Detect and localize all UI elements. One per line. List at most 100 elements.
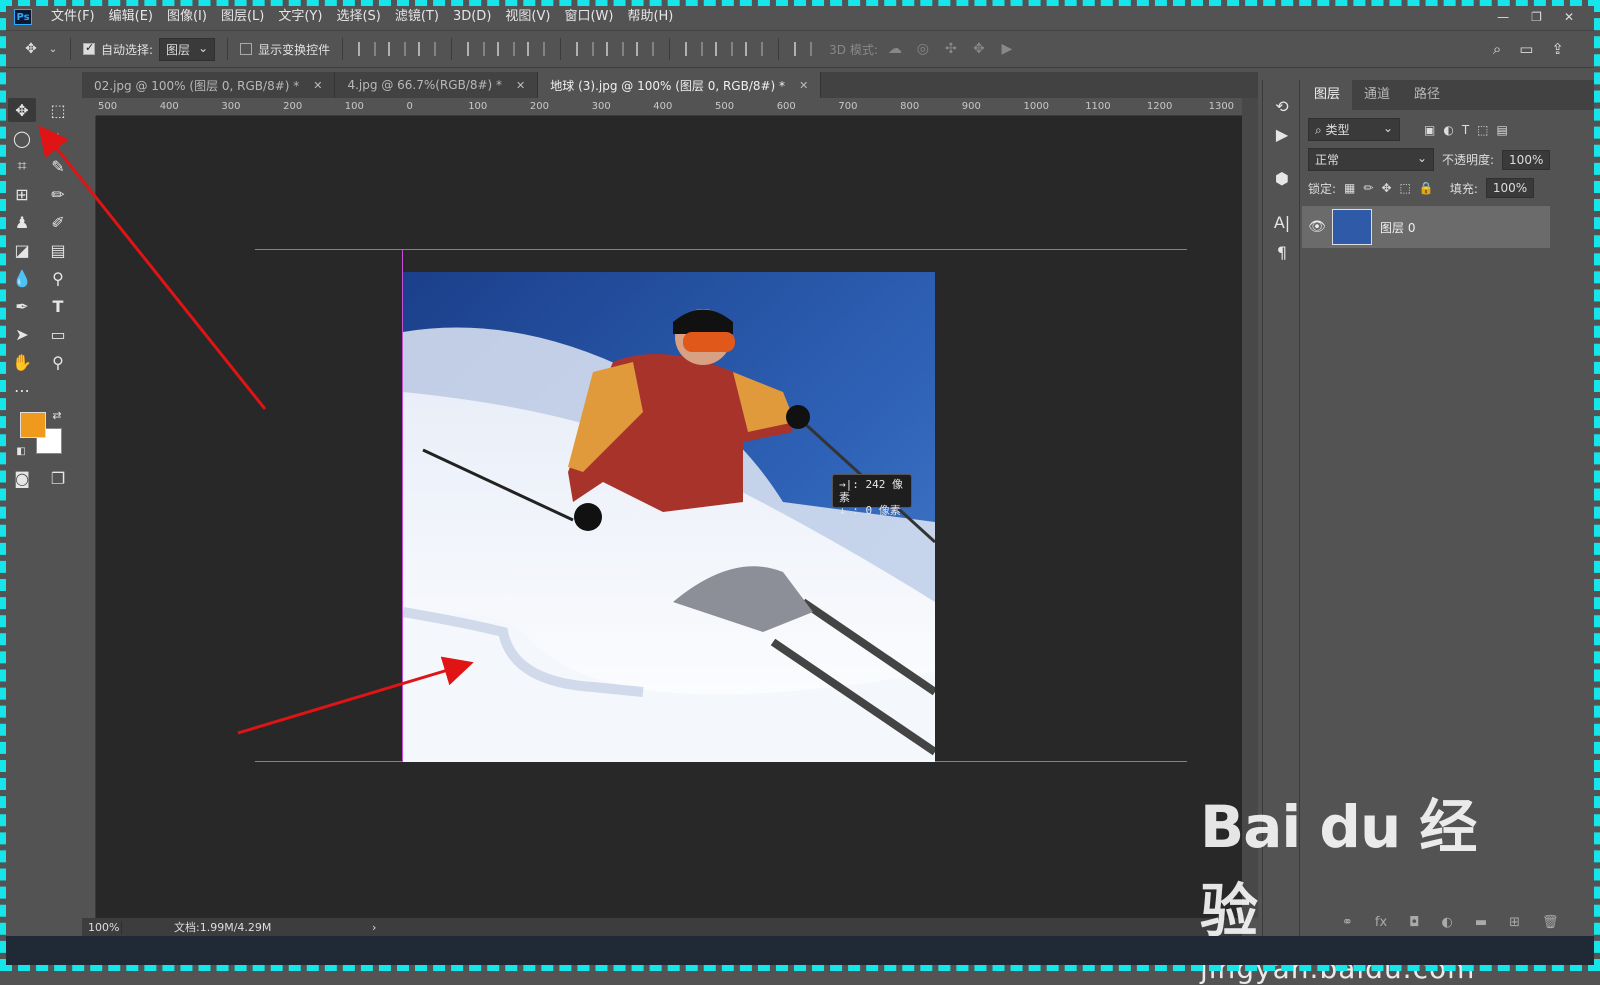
blur-tool-icon[interactable]: 💧 xyxy=(8,266,36,290)
eraser-tool-icon[interactable]: ◪ xyxy=(8,238,36,262)
character-icon[interactable]: A| xyxy=(1269,210,1295,234)
visibility-eye-icon[interactable]: 👁 xyxy=(1302,219,1332,235)
tab-channels[interactable]: 通道 xyxy=(1352,80,1402,110)
healing-brush-tool-icon[interactable]: ⊞ xyxy=(8,182,36,206)
crop-tool-icon[interactable]: ⌗ xyxy=(8,154,36,178)
history-icon[interactable]: ⟲ xyxy=(1269,94,1295,118)
tab-earth-jpg[interactable]: 地球 (3).jpg @ 100% (图层 0, RGB/8#) * ✕ xyxy=(538,72,822,98)
align-top-icon[interactable] xyxy=(358,42,377,56)
3d-roll-icon[interactable]: ◎ xyxy=(912,41,934,57)
close-icon[interactable]: ✕ xyxy=(313,79,322,92)
path-selection-tool-icon[interactable]: ➤ xyxy=(8,322,36,346)
close-icon[interactable]: ✕ xyxy=(516,79,525,92)
screen-mode-icon[interactable]: ❐ xyxy=(44,466,72,490)
close-icon[interactable]: ✕ xyxy=(799,79,808,92)
brush-tool-icon[interactable]: ✏ xyxy=(44,182,72,206)
foreground-color-swatch[interactable] xyxy=(20,412,46,438)
pen-tool-icon[interactable]: ✒ xyxy=(8,294,36,318)
hand-tool-icon[interactable]: ✋ xyxy=(8,350,36,374)
tab-02-jpg[interactable]: 02.jpg @ 100% (图层 0, RGB/8#) * ✕ xyxy=(82,72,336,98)
auto-align-icon[interactable] xyxy=(794,42,813,56)
quick-mask-icon[interactable]: ◙ xyxy=(8,466,36,490)
marquee-tool-icon[interactable]: ⬚ xyxy=(44,98,72,122)
distribute-hcenter-icon[interactable] xyxy=(715,42,734,56)
lasso-tool-icon[interactable]: ◯ xyxy=(8,126,36,150)
restore-icon[interactable]: ❐ xyxy=(1531,10,1542,24)
move-tool-preset-icon[interactable]: ✥ xyxy=(20,41,42,57)
3d-slide-icon[interactable]: ✥ xyxy=(968,41,990,57)
layer-row[interactable]: 👁 图层 0 xyxy=(1302,206,1550,248)
filter-pixel-icon[interactable]: ▣ xyxy=(1424,123,1435,137)
menu-3d[interactable]: 3D(D) xyxy=(446,6,498,28)
distribute-vcenter-icon[interactable] xyxy=(606,42,625,56)
distribute-right-icon[interactable] xyxy=(745,42,764,56)
distribute-top-icon[interactable] xyxy=(576,42,595,56)
tab-4-jpg[interactable]: 4.jpg @ 66.7%(RGB/8#) * ✕ xyxy=(335,72,539,98)
history-brush-tool-icon[interactable]: ✐ xyxy=(44,210,72,234)
vertical-ruler[interactable] xyxy=(80,116,96,918)
menu-window[interactable]: 窗口(W) xyxy=(557,6,620,28)
eyedropper-tool-icon[interactable]: ✎ xyxy=(44,154,72,178)
align-vcenter-icon[interactable] xyxy=(388,42,407,56)
delete-layer-icon[interactable]: 🗑 xyxy=(1542,915,1559,930)
default-colors-icon[interactable]: ◧ xyxy=(14,444,28,458)
share-icon[interactable]: ⇪ xyxy=(1551,40,1564,58)
guide-line-top[interactable] xyxy=(255,249,1187,250)
filter-adjustment-icon[interactable]: ◐ xyxy=(1443,123,1453,137)
magic-wand-tool-icon[interactable]: ✦ xyxy=(44,126,72,150)
minimize-icon[interactable]: — xyxy=(1497,10,1509,24)
rectangle-tool-icon[interactable]: ▭ xyxy=(44,322,72,346)
auto-select-dropdown[interactable]: 图层 ⌄ xyxy=(159,37,216,61)
layer-filter-dropdown[interactable]: ⌕ 类型 ⌄ xyxy=(1308,118,1400,141)
move-tool-icon[interactable]: ✥ xyxy=(8,98,36,122)
zoom-tool-icon[interactable]: ⚲ xyxy=(44,350,72,374)
menu-layer[interactable]: 图层(L) xyxy=(214,6,271,28)
distribute-bottom-icon[interactable] xyxy=(636,42,655,56)
align-left-icon[interactable] xyxy=(467,42,486,56)
horizontal-ruler[interactable]: 500 400 300 200 100 0 100 200 300 400 500 600 700 800… xyxy=(96,98,1242,116)
skier-photo[interactable] xyxy=(403,272,935,762)
gradient-tool-icon[interactable]: ▤ xyxy=(44,238,72,262)
align-bottom-icon[interactable] xyxy=(418,42,437,56)
3d-orbit-icon[interactable]: ☁ xyxy=(884,41,906,57)
tab-paths[interactable]: 路径 xyxy=(1402,80,1452,110)
lock-artboard-icon[interactable]: ⬚ xyxy=(1400,181,1411,195)
more-tools-icon[interactable]: ⋯ xyxy=(8,378,36,402)
tab-layers[interactable]: 图层 xyxy=(1302,80,1353,110)
menu-filter[interactable]: 滤镜(T) xyxy=(388,6,446,28)
3d-panel-icon[interactable]: ⬢ xyxy=(1269,166,1295,190)
show-transform-checkbox[interactable] xyxy=(240,43,253,55)
paragraph-icon[interactable]: ¶ xyxy=(1269,240,1295,264)
align-right-icon[interactable] xyxy=(527,42,546,56)
opacity-input[interactable]: 100% xyxy=(1502,149,1551,170)
lock-transparent-icon[interactable]: ▦ xyxy=(1344,181,1355,195)
swap-colors-icon[interactable]: ⇄ xyxy=(50,408,64,422)
blend-mode-dropdown[interactable]: 正常 ⌄ xyxy=(1308,148,1434,171)
3d-pan-icon[interactable]: ✣ xyxy=(940,41,962,57)
status-menu-arrow[interactable]: › xyxy=(372,921,376,934)
fill-input[interactable]: 100% xyxy=(1485,178,1535,198)
filter-type-icon[interactable]: T xyxy=(1462,123,1469,137)
menu-help[interactable]: 帮助(H) xyxy=(620,6,680,28)
stamp-tool-icon[interactable]: ♟ xyxy=(8,210,36,234)
lock-pixels-icon[interactable]: ✏ xyxy=(1363,181,1373,195)
type-tool-icon[interactable]: T xyxy=(44,294,72,318)
auto-select-checkbox[interactable] xyxy=(83,41,95,55)
menu-type[interactable]: 文字(Y) xyxy=(271,6,329,28)
filter-shape-icon[interactable]: ⬚ xyxy=(1477,123,1488,137)
close-icon[interactable]: ✕ xyxy=(1564,10,1574,24)
dodge-tool-icon[interactable]: ⚲ xyxy=(44,266,72,290)
lock-position-icon[interactable]: ✥ xyxy=(1381,181,1391,195)
lock-all-icon[interactable]: 🔒 xyxy=(1419,181,1434,195)
align-hcenter-icon[interactable] xyxy=(497,42,516,56)
zoom-level[interactable]: 100% xyxy=(82,920,122,934)
new-layer-icon[interactable]: ⊞ xyxy=(1509,915,1520,930)
chevron-down-icon[interactable]: ⌄ xyxy=(48,44,58,55)
distribute-left-icon[interactable] xyxy=(685,42,704,56)
actions-play-icon[interactable]: ▶ xyxy=(1269,122,1295,146)
search-icon[interactable]: ⌕ xyxy=(1493,40,1501,58)
workspace-icon[interactable]: ▭ xyxy=(1519,40,1533,58)
menu-view[interactable]: 视图(V) xyxy=(498,6,557,28)
3d-camera-icon[interactable]: ▶ xyxy=(996,41,1018,57)
menu-image[interactable]: 图像(I) xyxy=(160,6,214,28)
